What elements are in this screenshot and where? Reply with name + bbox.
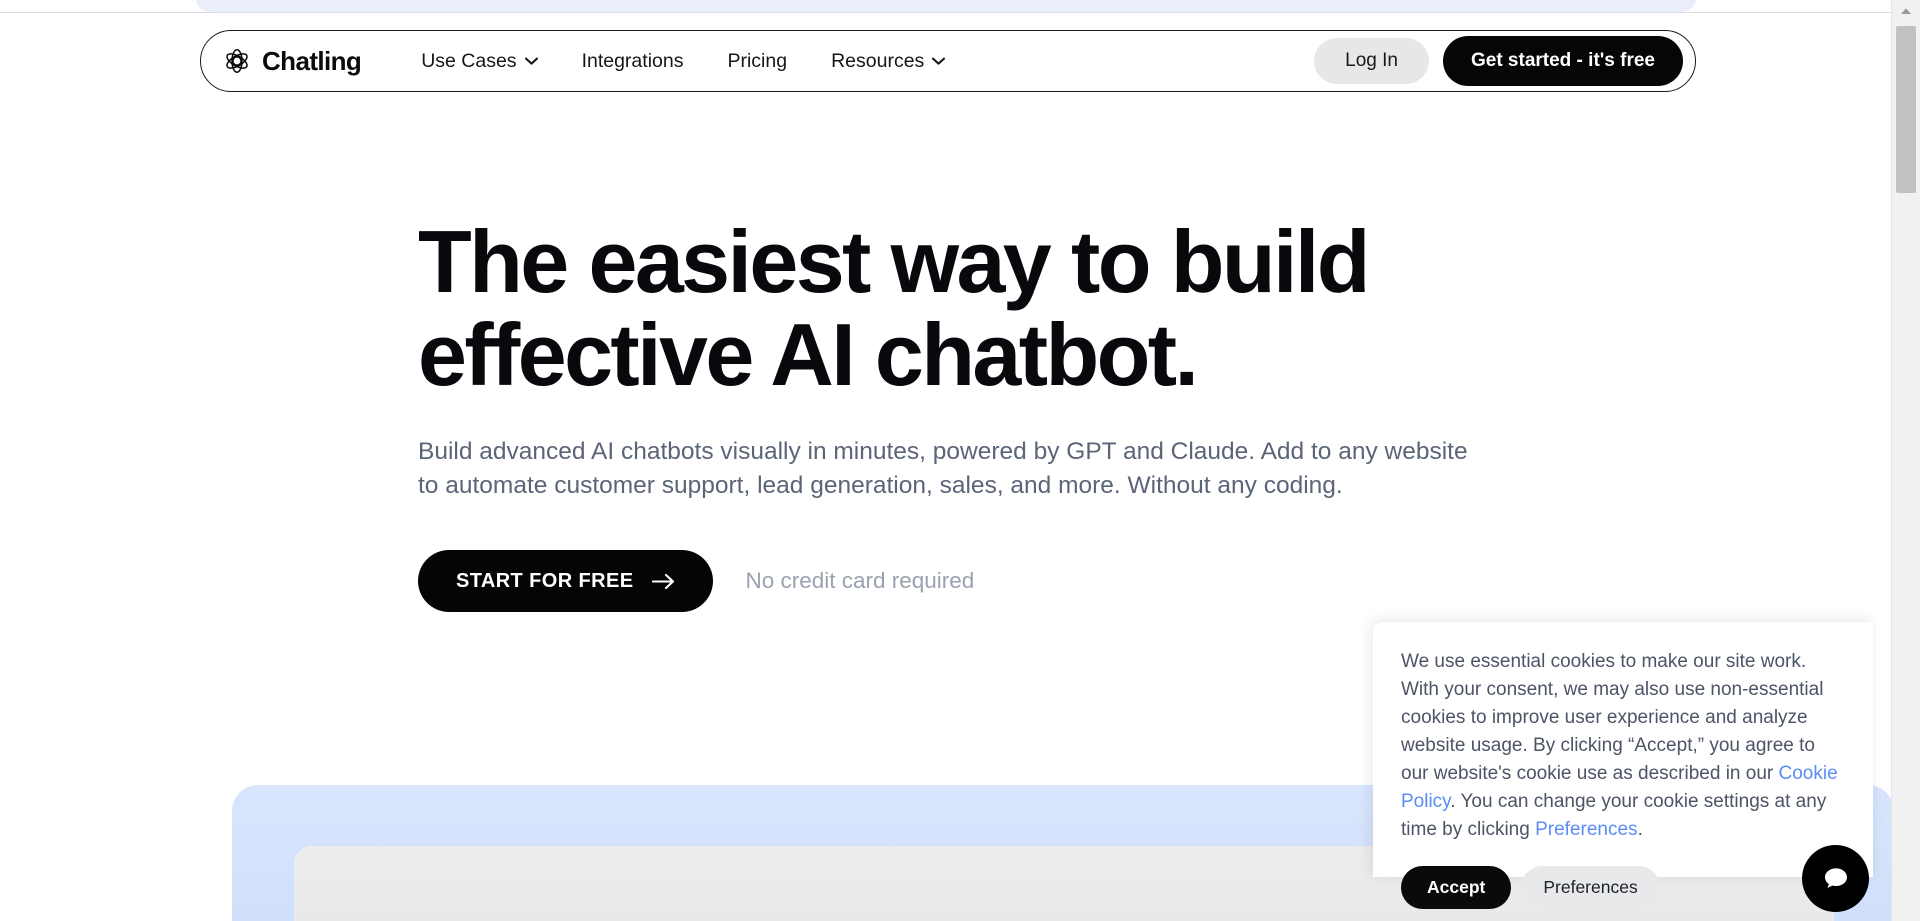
nav-item-label: Resources: [831, 49, 925, 72]
nav-item-resources[interactable]: Resources: [809, 50, 967, 73]
header-divider: [0, 12, 1891, 13]
navbar: Chatling Use Cases Integrations Pricing …: [200, 30, 1696, 92]
nav-item-integrations[interactable]: Integrations: [560, 50, 706, 73]
get-started-button[interactable]: Get started - it's free: [1442, 36, 1683, 86]
cookie-preferences-button[interactable]: Preferences: [1521, 866, 1660, 910]
page-root: Chatling Use Cases Integrations Pricing …: [0, 0, 1920, 921]
cookie-consent-banner: We use essential cookies to make our sit…: [1373, 622, 1873, 910]
page-title: The easiest way to build effective AI ch…: [418, 212, 1370, 405]
hero-subtitle: Build advanced AI chatbots visually in m…: [418, 437, 1468, 500]
nav-item-label: Use Cases: [421, 49, 517, 72]
chevron-down-icon: [524, 57, 538, 65]
scrolled-banner-sliver: [196, 0, 1696, 12]
nav-item-label: Integrations: [581, 49, 684, 72]
chat-widget-button[interactable]: [1802, 845, 1869, 912]
nav-item-use-cases[interactable]: Use Cases: [399, 50, 559, 73]
chevron-down-icon: [932, 57, 946, 65]
cookie-banner-text: We use essential cookies to make our sit…: [1401, 648, 1841, 844]
scrollbar-thumb[interactable]: [1896, 26, 1916, 193]
caret-up-icon: [1900, 8, 1911, 14]
brand-logo[interactable]: Chatling: [223, 45, 362, 77]
login-button[interactable]: Log In: [1314, 38, 1429, 84]
cookie-text-segment-3: .: [1637, 819, 1643, 841]
preferences-link[interactable]: Preferences: [1535, 819, 1637, 840]
scrollbar-up-button[interactable]: [1891, 0, 1920, 22]
chat-bubble-icon: [1824, 867, 1847, 888]
nav-links: Use Cases Integrations Pricing Resources: [399, 50, 967, 73]
scrollbar-track[interactable]: [1891, 0, 1920, 921]
accept-cookies-button[interactable]: Accept: [1401, 866, 1512, 910]
no-credit-card-note: No credit card required: [745, 568, 975, 594]
start-for-free-label: START FOR FREE: [456, 569, 634, 592]
hero-section: The easiest way to build effective AI ch…: [418, 212, 1518, 613]
hero-actions: START FOR FREE No credit card required: [418, 550, 1518, 613]
cookie-text-segment-1: We use essential cookies to make our sit…: [1401, 651, 1824, 785]
brand-name: Chatling: [262, 45, 362, 76]
nav-item-pricing[interactable]: Pricing: [705, 50, 809, 73]
cookie-banner-actions: Accept Preferences: [1401, 866, 1841, 910]
atom-icon: [226, 49, 248, 73]
nav-actions: Log In Get started - it's free: [1314, 36, 1683, 86]
nav-item-label: Pricing: [727, 49, 788, 72]
start-for-free-button[interactable]: START FOR FREE: [418, 550, 714, 613]
arrow-right-icon: [652, 573, 675, 589]
